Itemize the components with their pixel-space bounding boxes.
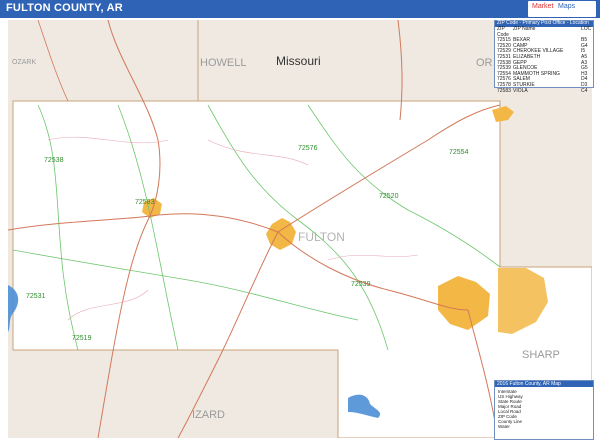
label-ozark: OZARK bbox=[12, 59, 36, 66]
zip-code: 72583 bbox=[497, 87, 511, 94]
label-oregon: OR bbox=[476, 57, 493, 69]
zip-table-row: 72583 VIOLA C4 bbox=[495, 87, 593, 95]
zip-table-rows: 72515 BEXAR B5 72520 CAMP G4 72529 CHEROKEE VIL… bbox=[495, 38, 593, 94]
zip-label: 72576 bbox=[298, 145, 318, 152]
legend-items: Interstate US Highway State Route Major Roa… bbox=[495, 387, 593, 431]
map-legend: 2016 Fulton County, AR Map Interstate US … bbox=[494, 380, 594, 440]
brand-logo: Market Maps bbox=[528, 1, 596, 17]
label-missouri: Missouri bbox=[276, 54, 321, 68]
zip-label: 72583 bbox=[135, 199, 155, 206]
zip-code-table: ZIP Code - Primary Post Office - Locatio… bbox=[494, 20, 594, 93]
zip-label: 72539 bbox=[351, 281, 371, 288]
map-frame: FULTON COUNTY, AR Market Maps Missouri H… bbox=[0, 0, 600, 442]
road bbox=[37, 20, 69, 102]
label-izard: IZARD bbox=[192, 409, 225, 421]
map-title: FULTON COUNTY, AR bbox=[6, 2, 123, 14]
logo-text-b: Maps bbox=[558, 3, 576, 10]
zip-label: 72519 bbox=[72, 335, 92, 342]
zip-label: 72520 bbox=[379, 193, 399, 200]
zip-label: 72538 bbox=[44, 157, 64, 164]
label-howell: HOWELL bbox=[200, 57, 246, 69]
logo-text-a: Market bbox=[532, 3, 554, 10]
label-fulton: FULTON bbox=[298, 230, 345, 244]
zip-label: 72531 bbox=[26, 293, 46, 300]
zip-name: VIOLA bbox=[513, 87, 528, 94]
zip-label: 72554 bbox=[449, 149, 469, 156]
label-sharp: SHARP bbox=[522, 349, 560, 361]
zip-loc: C4 bbox=[581, 87, 588, 94]
title-bar: FULTON COUNTY, AR Market Maps bbox=[0, 0, 600, 18]
legend-item: Water bbox=[498, 424, 510, 429]
